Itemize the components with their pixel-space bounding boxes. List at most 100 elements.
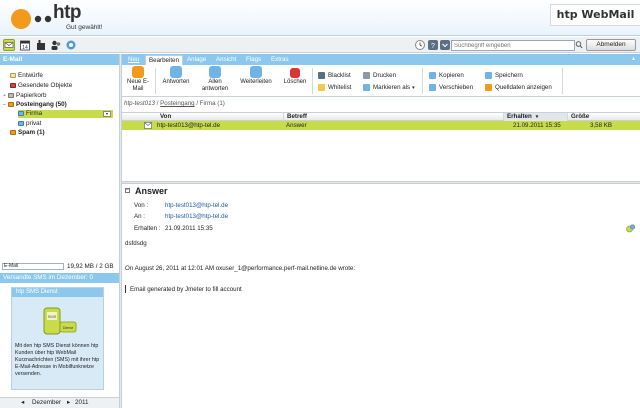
message-from: htp-test013@htp-tel.de <box>157 122 221 129</box>
menu-bar: Neu Bearbeiten Anlage Ansicht Flags Extr… <box>122 54 640 65</box>
breadcrumb-account[interactable]: htp-test013 <box>124 100 155 107</box>
ribbon-separator <box>562 68 563 94</box>
next-month-icon[interactable]: ▸ <box>67 398 70 408</box>
folder-label: Posteingang (50) <box>16 101 67 108</box>
phone-icon[interactable] <box>35 39 47 51</box>
sidebar-splitter[interactable] <box>119 54 122 408</box>
prev-month-icon[interactable]: ◂ <box>21 398 24 408</box>
print-icon <box>363 71 370 79</box>
mark-icon <box>363 83 370 91</box>
move-button[interactable]: Verschieben <box>429 83 473 92</box>
folder-drafts[interactable]: Entwürfe <box>10 72 43 80</box>
help-icon[interactable]: ? <box>428 40 438 50</box>
folder-icon <box>18 120 24 126</box>
calendar-year: 2011 <box>75 399 89 406</box>
breadcrumb-separator: / <box>156 100 159 107</box>
collapse-ribbon-icon[interactable]: ▴ <box>632 54 640 65</box>
folder-firma[interactable]: Firma ▾ <box>18 110 113 118</box>
whitelist-button[interactable]: Whitelist <box>318 83 351 92</box>
message-body-line: dsfdsdg <box>125 240 147 247</box>
new-mail-icon <box>132 66 144 78</box>
tab-anlage[interactable]: Anlage <box>184 55 209 65</box>
contacts-icon[interactable] <box>50 39 62 51</box>
inbox-icon <box>8 101 14 107</box>
drafts-icon <box>10 72 16 78</box>
preview-splitter[interactable] <box>122 181 640 184</box>
column-flag[interactable] <box>122 113 132 121</box>
blacklist-icon <box>318 71 325 79</box>
breadcrumb: htp-test013 / Posteingang / Firma (1) <box>124 100 225 107</box>
folder-label: Spam (1) <box>18 129 45 136</box>
tab-bearbeiten[interactable]: Bearbeiten <box>145 55 183 65</box>
svg-text:SMS: SMS <box>48 314 57 319</box>
folder-menu-icon[interactable]: ▾ <box>103 111 111 117</box>
copy-button[interactable]: Kopieren <box>429 71 464 80</box>
collapse-header-icon[interactable]: − <box>125 188 130 193</box>
forward-icon <box>250 66 262 78</box>
search-options-icon[interactable] <box>440 40 450 50</box>
folder-spam[interactable]: Spam (1) <box>10 129 45 137</box>
blacklist-button[interactable]: Blacklist <box>318 71 351 80</box>
sms-sent-count: Versandte SMS im Dezember: 0 <box>0 273 119 283</box>
folder-trash[interactable]: + Papierkorb <box>3 92 46 100</box>
sort-desc-icon: ▾ <box>535 114 539 120</box>
sms-phone-icon: SMS Dienst <box>43 307 77 335</box>
new-mail-button[interactable]: Neue E-Mail <box>127 66 149 93</box>
move-label: Verschieben <box>439 84 474 91</box>
print-label: Drucken <box>373 72 397 79</box>
quota-text: 19,92 MB / 2 GB <box>67 263 114 270</box>
search-icon[interactable] <box>575 40 583 50</box>
folder-inbox[interactable]: − Posteingang (50) <box>3 101 67 109</box>
reply-label: Antworten <box>162 79 190 85</box>
folder-label: Entwürfe <box>18 72 43 79</box>
column-from[interactable]: Von <box>157 113 287 121</box>
whitelist-icon <box>318 83 325 91</box>
table-row[interactable]: htp-test013@htp-tel.de Answer 21.09.2011… <box>122 121 640 130</box>
folder-label: Papierkorb <box>16 92 47 99</box>
delete-label: Löschen <box>283 79 307 85</box>
folder-tree: Entwürfe Gesendete Objekte + Papierkorb −… <box>0 66 119 260</box>
received-label: Erhalten : <box>134 225 161 232</box>
breadcrumb-inbox[interactable]: Posteingang <box>160 100 194 107</box>
tab-flags[interactable]: Flags <box>243 55 264 65</box>
quoted-text: Email generated by Jmeter to fill accoun… <box>130 286 242 293</box>
tab-neu[interactable]: Neu <box>125 55 142 65</box>
folder-sent[interactable]: Gesendete Objekte <box>10 82 72 90</box>
logo-dots-icon <box>11 9 52 29</box>
forward-button[interactable]: Weiterleiten <box>239 66 273 86</box>
history-icon[interactable] <box>415 40 425 50</box>
folder-label: Firma <box>26 110 43 117</box>
message-received: 21.09.2011 15:35 <box>513 122 561 129</box>
reply-button[interactable]: Antworten <box>161 66 191 86</box>
sms-service-box[interactable]: htp SMS Dienst SMS Dienst Mit den htp SM… <box>11 287 104 390</box>
ribbon-separator <box>422 68 423 94</box>
tab-ansicht[interactable]: Ansicht <box>213 55 239 65</box>
mark-as-button[interactable]: Markieren als ▾ <box>363 83 415 92</box>
save-button[interactable]: Speichern <box>485 71 523 80</box>
settings-icon[interactable] <box>65 39 77 51</box>
search-input[interactable] <box>451 40 575 51</box>
delete-button[interactable]: Löschen <box>282 66 308 86</box>
ribbon: Neue E-Mail Antworten Allen antworten We… <box>122 65 640 97</box>
logout-button[interactable]: Abmelden <box>586 39 636 51</box>
svg-text:Dienst: Dienst <box>63 326 73 330</box>
move-icon <box>429 83 436 91</box>
column-subject[interactable]: Betreff <box>283 113 503 121</box>
mini-calendar-nav: ◂ Dezember ▸ 2011 <box>0 397 119 408</box>
reply-all-button[interactable]: Allen antworten <box>201 66 229 93</box>
preview-subject: Answer <box>135 186 168 196</box>
tab-extras[interactable]: Extras <box>268 55 292 65</box>
sms-box-title: htp SMS Dienst <box>12 288 103 297</box>
from-address[interactable]: htp-test013@htp-tel.de <box>165 202 228 209</box>
column-size[interactable]: Größe <box>567 113 640 121</box>
attachment-mail-icon[interactable] <box>626 224 636 233</box>
show-source-button[interactable]: Quelldaten anzeigen <box>485 83 552 92</box>
to-address[interactable]: htp-test013@htp-tel.de <box>165 213 228 220</box>
column-received-label: Erhalten <box>507 113 532 120</box>
mail-icon[interactable] <box>3 39 15 51</box>
folder-privat[interactable]: privat <box>18 120 41 128</box>
column-received[interactable]: Erhalten ▾ <box>503 113 567 121</box>
calendar-icon[interactable]: 14 <box>19 39 31 51</box>
print-button[interactable]: Drucken <box>363 71 396 80</box>
show-source-label: Quelldaten anzeigen <box>495 84 552 91</box>
